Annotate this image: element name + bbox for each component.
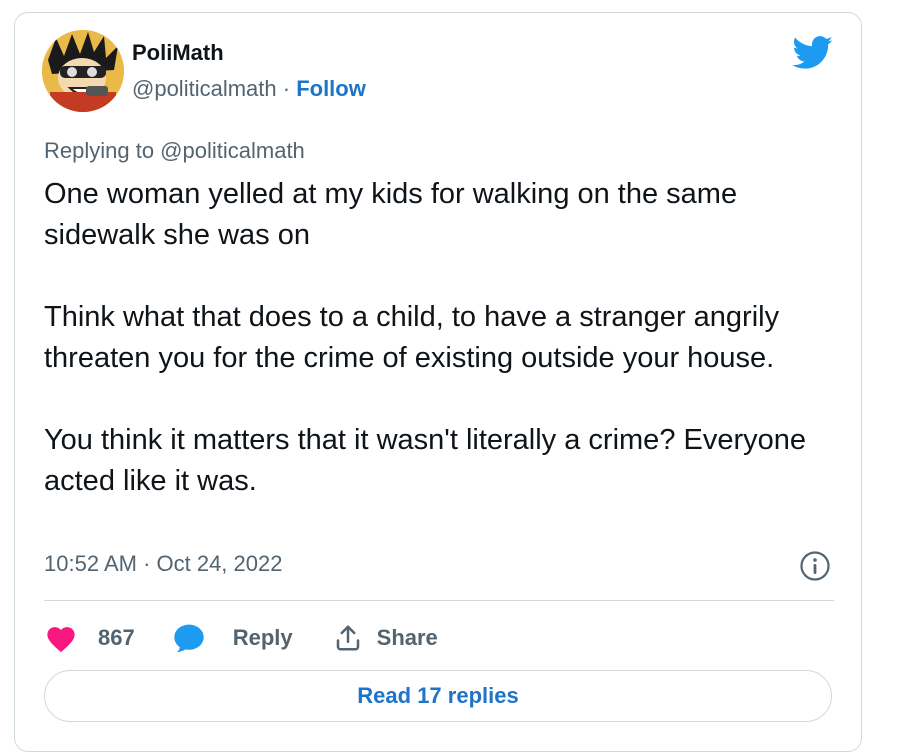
tweet-timestamp[interactable]: 10:52 AM · Oct 24, 2022 [44,551,282,577]
author-handle[interactable]: @politicalmath [132,76,277,101]
share-upload-icon [333,623,363,653]
handle-separator: · [276,76,297,101]
like-button[interactable]: 867 [44,623,135,653]
tweet-paragraph: One woman yelled at my kids for walking … [44,178,738,251]
reply-label: Reply [232,625,293,650]
avatar-illustration [42,30,124,112]
reply-button[interactable]: Reply [173,623,293,653]
follow-button[interactable]: Follow [296,76,366,101]
tweet-paragraph: Think what that does to a child, to have… [44,301,780,374]
twitter-bird-icon[interactable] [792,36,834,70]
speech-bubble-icon [173,623,205,653]
avatar[interactable] [42,30,124,112]
author-name[interactable]: PoliMath [132,40,224,66]
replying-to: Replying to @politicalmath [44,138,305,163]
share-label: Share [376,625,438,650]
like-count: 867 [98,625,135,650]
action-bar: 867 Reply Share [44,618,438,658]
heart-icon [44,623,78,653]
tweet-paragraph: You think it matters that it wasn't lite… [44,424,807,497]
divider [44,600,834,601]
tweet-body: One woman yelled at my kids for walking … [44,174,844,543]
share-button[interactable]: Share [333,623,438,653]
read-replies-label: Read 17 replies [357,683,519,708]
info-icon[interactable] [799,550,831,582]
read-replies-button[interactable]: Read 17 replies [44,670,832,722]
author-handle-line: @politicalmath · Follow [132,76,366,102]
